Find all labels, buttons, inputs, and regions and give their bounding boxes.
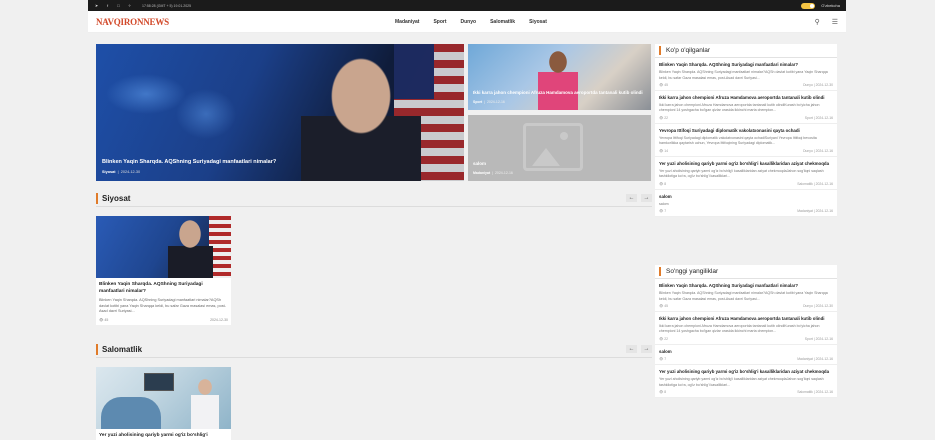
list-item[interactable]: salom 👁 7 Madaniyat | 2024-12-16 xyxy=(655,345,837,366)
hero-meta: Siyosat | 2024-12-30 xyxy=(102,170,141,174)
search-icon[interactable]: ⚲ xyxy=(815,18,820,26)
featured-title[interactable]: Ikki karra jahon chempioni Afruza Hamdam… xyxy=(473,90,643,96)
arrow-left-icon[interactable]: ← xyxy=(626,345,637,353)
list-item[interactable]: Yer yuzi aholisining qariyb yarmi og'iz … xyxy=(655,365,837,398)
post-image[interactable] xyxy=(96,216,231,278)
views-count: 👁 8 xyxy=(659,389,667,394)
sidebar-title: Ko'p o'qilganlar xyxy=(666,47,711,54)
list-item[interactable]: Yevropa Ittifoqi Suriyadagi diplomatik v… xyxy=(655,124,837,157)
language-select[interactable]: O'zbekcha xyxy=(821,3,840,8)
hero-card[interactable]: Blinken Yaqin Sharqda. AQShning Suriyada… xyxy=(96,44,464,181)
featured-title[interactable]: salom xyxy=(473,161,643,167)
twitter-icon[interactable]: ✧ xyxy=(127,3,132,8)
featured-card-1[interactable]: Ikki karra jahon chempioni Afruza Hamdam… xyxy=(468,44,651,110)
post-date: 2024-12-30 xyxy=(210,317,228,322)
views-count: 👁 45 xyxy=(659,303,669,308)
top-bar: ➤ f □ ✧ 17:58:28 (GMT + 5) 19.01.2025 O'… xyxy=(88,0,846,11)
list-item[interactable]: salom salom 👁 7 Madaniyat | 2024-12-16 xyxy=(655,190,837,218)
main-nav: Madaniyat Sport Dunyo Salomatlik Siyosat xyxy=(395,11,547,33)
section-header-siyosat: Siyosat ← → xyxy=(96,191,652,205)
post-card[interactable]: Yer yuzi aholisining qariyb yarmi og'iz … xyxy=(96,367,231,440)
section-title: Salomatlik xyxy=(102,344,143,354)
post-excerpt: Blinken Yaqin Sharqda. AQShning Suriyada… xyxy=(99,298,226,314)
sidebar-latest: So'nggi yangiliklar Blinken Yaqin Sharqd… xyxy=(655,265,837,398)
hero-image xyxy=(106,64,256,144)
hero-date: 2024-12-30 xyxy=(120,170,141,174)
post-title[interactable]: Blinken Yaqin Sharqda. AQShning Suriyada… xyxy=(96,278,231,295)
featured-meta: Madaniyat | 2024-12-16 xyxy=(473,171,513,175)
sidebar-title: So'nggi yangiliklar xyxy=(666,268,719,275)
post-title[interactable]: Yer yuzi aholisining qariyb yarmi og'iz … xyxy=(96,429,231,440)
featured-card-2[interactable]: salom Madaniyat | 2024-12-16 xyxy=(468,115,651,181)
arrow-left-icon[interactable]: ← xyxy=(626,194,637,202)
hero-title[interactable]: Blinken Yaqin Sharqda. AQShning Suriyada… xyxy=(102,159,276,165)
theme-toggle[interactable] xyxy=(801,2,816,9)
views-count: 👁 22 xyxy=(659,115,669,120)
views-count: 👁 45 xyxy=(659,82,669,87)
datetime: 17:58:28 (GMT + 5) 19.01.2025 xyxy=(142,3,192,8)
views-count: 👁 14 xyxy=(659,148,669,153)
views-count: 👁 8 xyxy=(659,181,667,186)
arrow-right-icon[interactable]: → xyxy=(641,345,652,353)
post-card[interactable]: Blinken Yaqin Sharqda. AQShning Suriyada… xyxy=(96,216,231,325)
views-count: 👁 22 xyxy=(659,336,669,341)
list-item[interactable]: Blinken Yaqin Sharqda. AQShning Suriyada… xyxy=(655,279,837,312)
facebook-icon[interactable]: f xyxy=(105,3,110,8)
post-meta: 👁 45 2024-12-30 xyxy=(96,315,231,325)
views-count: 👁 45 xyxy=(99,317,109,322)
arrow-right-icon[interactable]: → xyxy=(641,194,652,202)
instagram-icon[interactable]: □ xyxy=(116,3,121,8)
nav-item-dunyo[interactable]: Dunyo xyxy=(461,19,477,25)
menu-icon[interactable]: ☰ xyxy=(832,18,838,26)
site-logo[interactable]: NAVQIRONNEWS xyxy=(96,17,169,27)
post-image[interactable] xyxy=(96,367,231,429)
list-item[interactable]: Yer yuzi aholisining qariyb yarmi og'iz … xyxy=(655,157,837,190)
views-count: 👁 7 xyxy=(659,357,667,362)
site-header: NAVQIRONNEWS Madaniyat Sport Dunyo Salom… xyxy=(88,11,846,33)
nav-item-siyosat[interactable]: Siyosat xyxy=(529,19,547,25)
hero-category[interactable]: Siyosat xyxy=(102,170,116,174)
section-header-salomatlik: Salomatlik ← → xyxy=(96,342,652,356)
section-title: Siyosat xyxy=(102,193,131,203)
sidebar-popular: Ko'p o'qilganlar Blinken Yaqin Sharqda. … xyxy=(655,44,837,218)
nav-item-madaniyat[interactable]: Madaniyat xyxy=(395,19,419,25)
list-item[interactable]: Ikki karra jahon chempioni Afruza Hamdam… xyxy=(655,312,837,345)
nav-item-salomatlik[interactable]: Salomatlik xyxy=(490,19,515,25)
telegram-icon[interactable]: ➤ xyxy=(94,3,99,8)
list-item[interactable]: Ikki karra jahon chempioni Afruza Hamdam… xyxy=(655,91,837,124)
nav-item-sport[interactable]: Sport xyxy=(433,19,446,25)
featured-meta: Sport | 2024-12-16 xyxy=(473,100,505,104)
views-count: 👁 7 xyxy=(659,209,667,214)
list-item[interactable]: Blinken Yaqin Sharqda. AQShning Suriyada… xyxy=(655,58,837,91)
